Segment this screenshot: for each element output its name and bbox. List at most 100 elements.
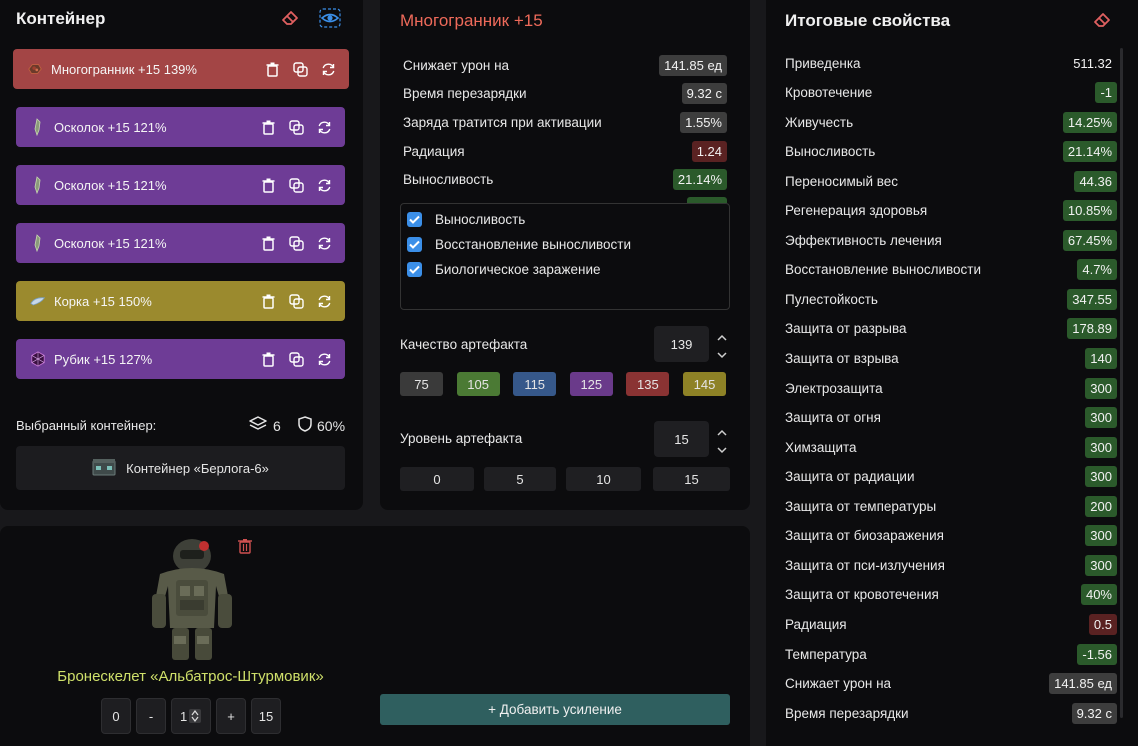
level-minus-button[interactable]: - (136, 698, 166, 734)
container-name: Контейнер «Берлога-6» (126, 460, 269, 476)
total-stat-row: Кровотечение -1 (785, 81, 1117, 105)
stat-label: Заряда тратится при активации (403, 114, 602, 130)
protection-info: 60% (298, 416, 345, 435)
total-stat-label: Температура (785, 646, 867, 662)
total-stat-row: Защита от биозаражения 300 (785, 524, 1117, 548)
artifact-stat-row: Время перезарядки 9.32 с (403, 82, 727, 106)
refresh-icon[interactable] (315, 118, 333, 136)
copy-icon[interactable] (291, 60, 309, 78)
total-stat-label: Защита от кровотечения (785, 587, 939, 603)
total-stat-label: Радиация (785, 616, 847, 632)
eraser-icon[interactable] (279, 7, 301, 29)
level-min-button[interactable]: 0 (101, 698, 131, 734)
total-stat-value: 178.89 (1067, 318, 1117, 340)
total-stat-value: 21.14% (1062, 141, 1117, 163)
refresh-icon[interactable] (315, 350, 333, 368)
copy-icon[interactable] (287, 292, 305, 310)
artifact-item[interactable]: Рубик +15 127% (16, 339, 345, 379)
total-stat-row: Пулестойкость 347.55 (785, 287, 1117, 311)
checkbox-label: Выносливость (435, 212, 526, 227)
artifact-item[interactable]: Осколок +15 121% (16, 165, 345, 205)
total-stat-value: 44.36 (1074, 170, 1117, 192)
level-preset-button[interactable]: 0 (400, 467, 474, 491)
total-stat-row: Радиация 0.5 (785, 612, 1117, 636)
quality-preset-button[interactable]: 125 (569, 372, 613, 396)
add-upgrade-button[interactable]: + Добавить усиление (380, 694, 730, 725)
copy-icon[interactable] (287, 118, 305, 136)
artifact-stat-row: Выносливость 21.14% (403, 168, 727, 192)
total-stat-value: 347.55 (1067, 288, 1117, 310)
armor-level-input[interactable]: 1 (171, 698, 211, 734)
quality-preset-button[interactable]: 115 (513, 372, 557, 396)
checkbox-label: Восстановление выносливости (435, 237, 632, 252)
copy-icon[interactable] (287, 176, 305, 194)
copy-icon[interactable] (287, 234, 305, 252)
total-stat-row: Защита от температуры 200 (785, 494, 1117, 518)
refresh-icon[interactable] (315, 292, 333, 310)
total-stat-row: Химзащита 300 (785, 435, 1117, 459)
total-stat-row: Регенерация здоровья 10.85% (785, 199, 1117, 223)
artifact-item[interactable]: Осколок +15 121% (16, 107, 345, 147)
level-label: Уровень артефакта (400, 431, 523, 446)
total-stat-label: Восстановление выносливости (785, 262, 982, 278)
quality-preset-button[interactable]: 145 (683, 372, 726, 396)
refresh-icon[interactable] (315, 176, 333, 194)
stat-checkbox-list: Выносливость Восстановление выносливости Б… (400, 203, 730, 310)
stat-value: 141.85 ед (659, 54, 727, 76)
trash-icon[interactable] (259, 292, 277, 310)
total-stat-value: 140 (1085, 348, 1117, 369)
stat-checkbox[interactable]: Восстановление выносливости (407, 237, 631, 252)
total-stat-row: Защита от огня 300 (785, 406, 1117, 430)
eraser-icon[interactable] (1091, 9, 1113, 31)
trash-icon[interactable] (259, 234, 277, 252)
container-select-button[interactable]: Контейнер «Берлога-6» (16, 446, 345, 490)
quality-preset-button[interactable]: 75 (400, 372, 443, 396)
total-stat-label: Электрозащита (785, 380, 883, 396)
refresh-icon[interactable] (319, 60, 337, 78)
copy-icon[interactable] (287, 350, 305, 368)
level-input[interactable]: 15 (654, 421, 709, 457)
eye-icon[interactable] (319, 7, 341, 29)
total-stat-label: Защита от огня (785, 410, 881, 426)
level-up-icon[interactable] (716, 424, 728, 442)
checkbox-checked-icon[interactable] (407, 262, 422, 277)
total-stat-value: 511.32 (1073, 55, 1112, 71)
total-stat-label: Переносимый вес (785, 173, 899, 189)
stat-checkbox[interactable]: Выносливость (407, 212, 525, 227)
total-stat-row: Восстановление выносливости 4.7% (785, 258, 1117, 282)
level-preset-button[interactable]: 5 (484, 467, 556, 491)
refresh-icon[interactable] (315, 234, 333, 252)
checkbox-checked-icon[interactable] (407, 237, 422, 252)
quality-preset-button[interactable]: 105 (456, 372, 500, 396)
shield-icon (298, 416, 312, 435)
checkbox-checked-icon[interactable] (407, 212, 422, 227)
artifact-item[interactable]: Осколок +15 121% (16, 223, 345, 263)
total-stat-value: 14.25% (1062, 111, 1117, 133)
container-title: Контейнер (16, 9, 106, 28)
trash-icon[interactable] (263, 60, 281, 78)
delete-armor-icon[interactable] (237, 538, 253, 559)
scrollbar[interactable] (1120, 48, 1123, 718)
quality-up-icon[interactable] (716, 329, 728, 347)
trash-icon[interactable] (259, 176, 277, 194)
totals-title: Итоговые свойства (785, 11, 951, 30)
stat-label: Снижает урон на (403, 57, 510, 73)
total-stat-row: Защита от пси-излучения 300 (785, 553, 1117, 577)
total-stat-row: Температура -1.56 (785, 642, 1117, 666)
quality-down-icon[interactable] (716, 346, 728, 364)
artifact-item[interactable]: Многогранник +15 139% (13, 49, 349, 89)
level-plus-button[interactable]: + (216, 698, 246, 734)
rubik-icon (30, 351, 46, 367)
total-stat-label: Защита от разрыва (785, 321, 907, 337)
spinner-icon[interactable] (189, 709, 202, 723)
quality-preset-button[interactable]: 135 (626, 372, 670, 396)
level-preset-button[interactable]: 15 (653, 467, 730, 491)
level-down-icon[interactable] (716, 441, 728, 459)
trash-icon[interactable] (259, 118, 277, 136)
quality-input[interactable]: 139 (654, 326, 709, 362)
artifact-item[interactable]: Корка +15 150% (16, 281, 345, 321)
stat-checkbox[interactable]: Биологическое заражение (407, 262, 601, 277)
level-max-button[interactable]: 15 (251, 698, 281, 734)
trash-icon[interactable] (259, 350, 277, 368)
level-preset-button[interactable]: 10 (566, 467, 641, 491)
